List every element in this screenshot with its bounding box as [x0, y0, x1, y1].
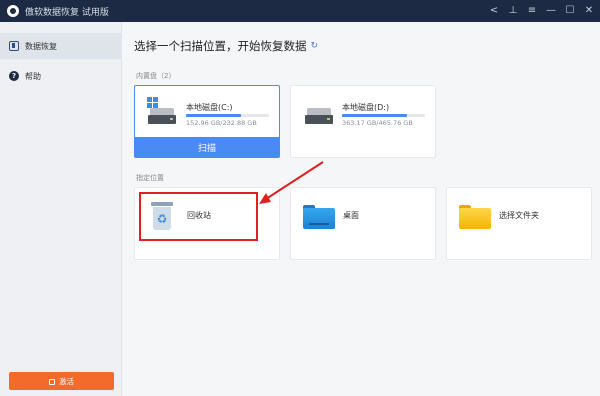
annotation-arrow-icon	[259, 161, 324, 204]
